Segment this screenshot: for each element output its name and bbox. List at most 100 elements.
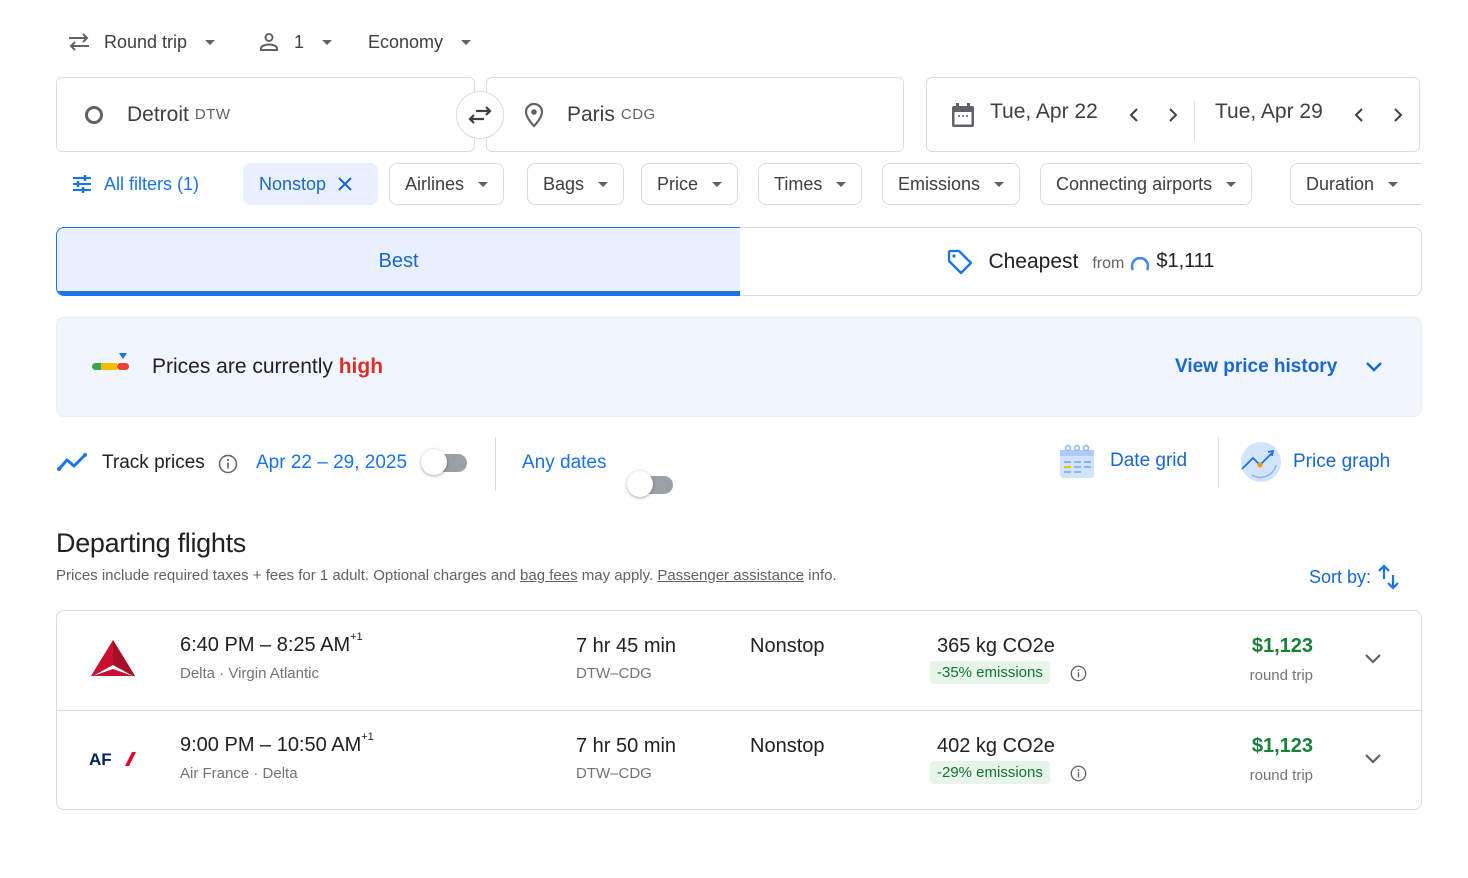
flight-row[interactable]: AF 9:00 PM – 10:50 AM+1 Air France · Del… [57, 710, 1421, 809]
loading-spinner-icon [1130, 254, 1150, 274]
duration-filter-chip[interactable]: Duration [1290, 163, 1422, 205]
swap-arrows-icon [66, 31, 92, 53]
note-text: info. [808, 567, 837, 584]
any-dates-toggle[interactable] [627, 471, 673, 497]
location-pin-icon [523, 102, 545, 128]
arrive-time: 10:50 AM [276, 734, 362, 756]
date-grid-label: Date grid [1110, 450, 1188, 471]
return-next-day-button[interactable] [1383, 100, 1413, 130]
depart-next-day-button[interactable] [1158, 100, 1188, 130]
view-price-history-label: View price history [1175, 356, 1338, 377]
dates-field: Tue, Apr 22 Tue, Apr 29 [926, 77, 1420, 152]
date-grid-icon [1058, 442, 1096, 480]
swap-locations-button[interactable] [456, 91, 504, 139]
track-prices-toggle[interactable] [421, 449, 467, 475]
svg-text:AF: AF [89, 750, 112, 768]
tab-best[interactable]: Best [56, 227, 740, 296]
chevron-left-icon [1129, 108, 1138, 122]
origin-circle-icon [85, 105, 103, 124]
price-level-value: high [338, 355, 384, 378]
caret-down-icon [478, 181, 489, 187]
chevron-right-icon [1169, 108, 1178, 122]
nonstop-filter-chip[interactable]: Nonstop [243, 163, 378, 205]
return-date[interactable]: Tue, Apr 29 [1215, 100, 1323, 124]
sort-by-button[interactable]: Sort by: [1309, 563, 1401, 591]
bags-filter-chip[interactable]: Bags [527, 163, 625, 205]
cheapest-price: $1,111 [1156, 250, 1215, 272]
trip-type-label: Round trip [104, 31, 188, 52]
price-insight-text: Prices are currently high [152, 355, 383, 379]
any-dates-label: Any dates [522, 452, 607, 473]
departing-flights-title: Departing flights [56, 528, 247, 558]
chevron-right-icon [1394, 108, 1403, 122]
flight-duration: 7 hr 50 min [576, 735, 677, 757]
toggle-knob [627, 471, 653, 497]
flight-price: $1,123 [1251, 635, 1313, 657]
close-icon[interactable] [338, 177, 352, 191]
bag-fees-link[interactable]: bag fees [520, 567, 578, 584]
depart-time: 9:00 PM [180, 734, 255, 756]
expand-chevron-icon[interactable] [1364, 653, 1382, 665]
emissions-badge: -29% emissions [930, 761, 1050, 784]
delta-logo-icon [89, 638, 137, 678]
price-type: round trip [1249, 667, 1313, 684]
person-icon [258, 31, 280, 53]
calendar-icon [950, 101, 976, 129]
emissions-filter-chip[interactable]: Emissions [882, 163, 1021, 205]
times-filter-chip[interactable]: Times [758, 163, 863, 205]
airlines-filter-chip[interactable]: Airlines [389, 163, 505, 205]
swap-icon [468, 106, 492, 124]
info-icon[interactable] [218, 454, 238, 474]
flight-route: DTW–CDG [576, 665, 652, 682]
arrive-time: 8:25 AM [276, 634, 351, 656]
price-level-gauge-icon [91, 352, 131, 374]
expand-chevron-icon[interactable] [1364, 753, 1382, 765]
price-type: round trip [1249, 767, 1313, 784]
cabin-class-label: Economy [368, 31, 444, 52]
destination-field[interactable]: Paris CDG [486, 77, 904, 152]
price-filter-chip[interactable]: Price [641, 163, 739, 205]
trend-line-icon [57, 452, 87, 472]
tune-icon [72, 175, 92, 193]
caret-down-icon [836, 181, 847, 187]
cheapest-from-label: from [1092, 254, 1125, 272]
track-date-range: Apr 22 – 29, 2025 [256, 452, 408, 473]
chevron-down-icon [1365, 361, 1383, 373]
caret-down-icon [322, 39, 333, 45]
connecting-airports-filter-chip[interactable]: Connecting airports [1040, 163, 1253, 205]
view-price-history-button[interactable]: View price history [1175, 356, 1383, 378]
destination-code: CDG [620, 106, 656, 123]
cabin-class-select[interactable]: Economy [368, 26, 472, 58]
passengers-select[interactable]: 1 [258, 26, 333, 58]
destination-name: Paris [567, 102, 615, 126]
price-insight-prefix: Prices are currently [152, 355, 333, 378]
note-text: may apply. [581, 567, 654, 584]
tab-cheapest[interactable]: Cheapest from $1,111 [740, 227, 1422, 296]
origin-name: Detroit [127, 102, 189, 126]
return-prev-day-button[interactable] [1344, 100, 1374, 130]
date-grid-button[interactable]: Date grid [1058, 442, 1187, 480]
chip-label: Emissions [898, 173, 981, 194]
tab-cheapest-label: Cheapest [988, 249, 1079, 273]
depart-date[interactable]: Tue, Apr 22 [990, 100, 1098, 124]
flight-route: DTW–CDG [576, 765, 652, 782]
caret-down-icon [712, 181, 723, 187]
note-text: Prices include required taxes + fees for… [56, 567, 516, 584]
passenger-assistance-link[interactable]: Passenger assistance [657, 567, 804, 584]
chip-label: Connecting airports [1056, 173, 1213, 194]
info-icon[interactable] [1070, 665, 1087, 682]
trip-type-select[interactable]: Round trip [66, 26, 216, 58]
caret-down-icon [1226, 181, 1237, 187]
info-icon[interactable] [1070, 765, 1087, 782]
price-graph-button[interactable]: Price graph [1240, 441, 1390, 483]
flight-row[interactable]: 6:40 PM – 8:25 AM+1 Delta · Virgin Atlan… [57, 611, 1421, 710]
divider [1218, 437, 1219, 487]
flight-times: 9:00 PM – 10:50 AM+1 [180, 731, 374, 756]
flight-emissions: 365 kg CO2e [937, 635, 1055, 657]
all-filters-label: All filters (1) [104, 173, 200, 194]
depart-prev-day-button[interactable] [1119, 100, 1149, 130]
flight-times: 6:40 PM – 8:25 AM+1 [180, 631, 363, 656]
origin-field[interactable]: Detroit DTW [56, 77, 475, 152]
all-filters-button[interactable]: All filters (1) [60, 163, 215, 205]
price-insight-banner: Prices are currently high View price his… [56, 317, 1422, 417]
